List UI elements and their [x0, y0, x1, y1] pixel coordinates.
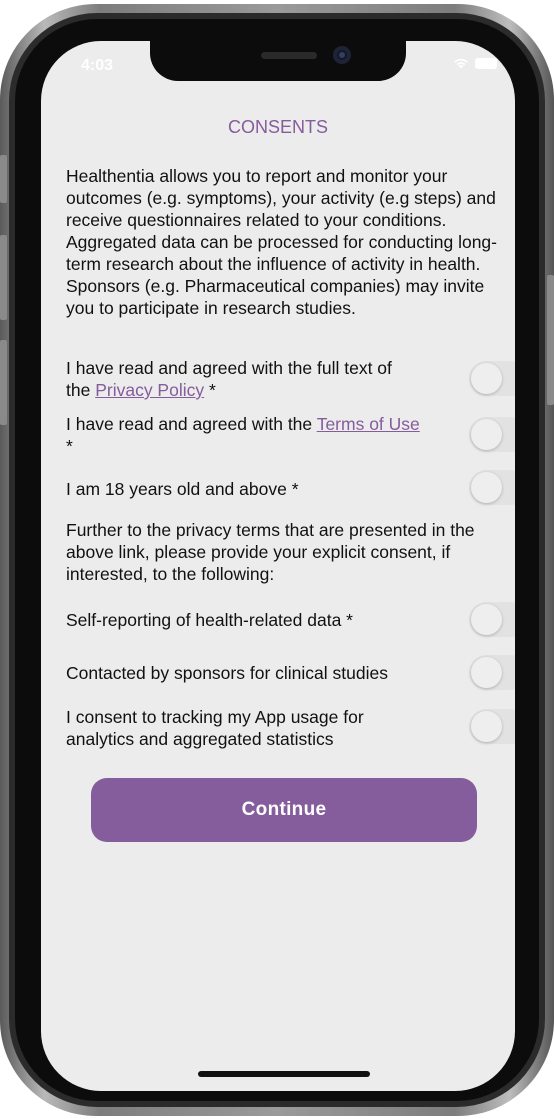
- speaker-grille: [261, 52, 317, 59]
- consent-label-sponsors: Contacted by sponsors for clinical studi…: [66, 663, 388, 683]
- mute-switch: [0, 155, 7, 203]
- wifi-icon: [454, 58, 468, 69]
- notch: [150, 41, 406, 81]
- consent-label-age: I am 18 years old and above *: [66, 479, 299, 499]
- consent-label-analytics: I consent to tracking my App usage for a…: [66, 707, 364, 749]
- app-screen: 4:03 CONSENTS Healthentia allows you to …: [41, 41, 515, 1091]
- age-toggle[interactable]: [469, 470, 515, 505]
- toggle-knob: [471, 419, 502, 450]
- intro-text: Healthentia allows you to report and mon…: [66, 166, 497, 318]
- continue-button[interactable]: Continue: [91, 778, 477, 842]
- toggle-knob: [471, 472, 502, 503]
- consent-label-self-reporting: Self-reporting of health-related data *: [66, 610, 353, 630]
- analytics-toggle[interactable]: [469, 709, 515, 744]
- further-consent-text: Further to the privacy terms that are pr…: [66, 520, 475, 584]
- self-reporting-toggle[interactable]: [469, 602, 515, 637]
- status-icons: [453, 57, 497, 69]
- page-title: CONSENTS: [227, 117, 328, 137]
- volume-up-button: [0, 235, 7, 320]
- toggle-knob: [471, 657, 502, 688]
- toggle-knob: [471, 363, 502, 394]
- consent-label-privacy: I have read and agreed with the full tex…: [66, 358, 392, 400]
- terms-of-use-toggle[interactable]: [469, 417, 515, 452]
- power-button: [547, 275, 554, 405]
- front-camera: [333, 46, 351, 64]
- sponsors-toggle[interactable]: [469, 655, 515, 690]
- battery-icon: [475, 57, 497, 69]
- volume-down-button: [0, 340, 7, 425]
- terms-of-use-link[interactable]: Terms of Use: [317, 414, 420, 434]
- toggle-knob: [471, 604, 502, 635]
- privacy-policy-toggle[interactable]: [469, 361, 515, 396]
- consent-label-terms: I have read and agreed with the Terms of…: [66, 414, 420, 456]
- home-indicator: [198, 1071, 370, 1077]
- privacy-policy-link[interactable]: Privacy Policy: [95, 380, 204, 400]
- toggle-knob: [471, 711, 502, 742]
- status-time: 4:03: [81, 57, 114, 74]
